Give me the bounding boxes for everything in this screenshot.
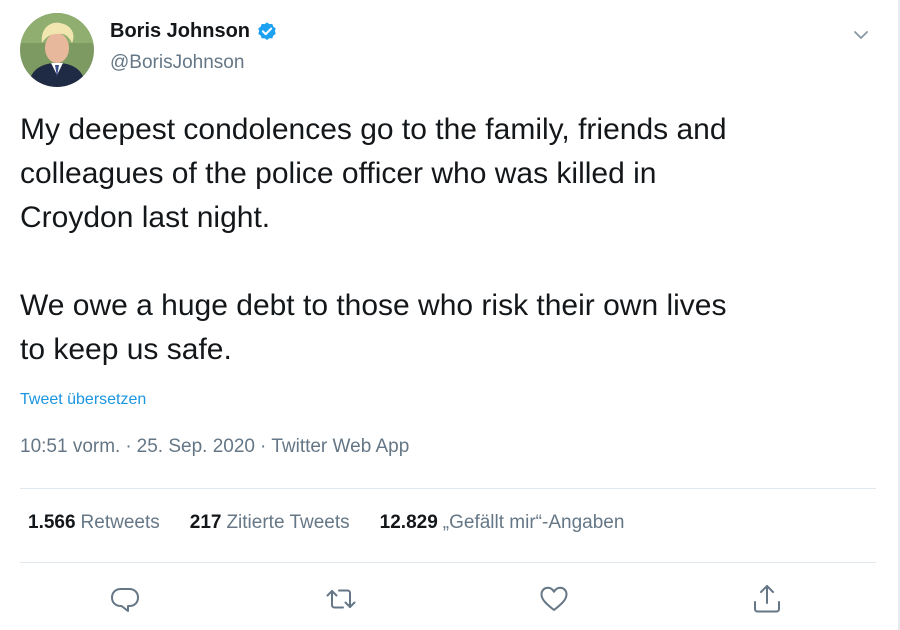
likes-label: „Gefällt mir“-Angaben [442, 512, 625, 533]
retweet-button[interactable] [324, 582, 358, 616]
author-name[interactable]: Boris Johnson [110, 20, 250, 43]
reply-button[interactable] [108, 582, 142, 616]
translate-tweet-link[interactable]: Tweet übersetzen [20, 391, 146, 409]
chevron-down-icon[interactable] [850, 24, 872, 46]
author-name-row: Boris Johnson [110, 20, 278, 43]
engagement-stats: 1.566 Retweets 217 Zitierte Tweets 12.829 „… [28, 512, 654, 534]
tweet-card: Boris Johnson @BorisJohnson My deepest c… [0, 0, 900, 630]
divider [20, 488, 876, 489]
like-button[interactable] [537, 582, 571, 616]
tweet-source[interactable]: Twitter Web App [271, 436, 409, 457]
quote-tweets-count: 217 [189, 512, 222, 533]
quote-tweets-stat[interactable]: 217 Zitierte Tweets [190, 512, 350, 534]
action-bar [0, 580, 900, 620]
likes-stat[interactable]: 12.829 „Gefällt mir“-Angaben [380, 512, 625, 534]
likes-count: 12.829 [379, 512, 438, 533]
share-icon [754, 585, 780, 613]
quote-tweets-label: Zitierte Tweets [226, 512, 350, 533]
avatar[interactable] [20, 13, 94, 87]
tweet-metadata: 10:51 vorm. · 25. Sep. 2020 · Twitter Web Ap… [20, 436, 409, 458]
retweets-label: Retweets [80, 512, 160, 533]
meta-separator: · [125, 436, 132, 457]
tweet-time[interactable]: 10:51 vorm. [20, 436, 120, 457]
meta-separator: · [259, 436, 267, 457]
reply-icon [111, 588, 139, 612]
divider [20, 562, 876, 563]
retweets-stat[interactable]: 1.566 Retweets [28, 512, 160, 534]
retweets-count: 1.566 [28, 512, 76, 533]
like-icon [540, 586, 568, 611]
tweet-text: My deepest condolences go to the family,… [20, 113, 727, 366]
retweet-icon [326, 589, 356, 609]
tweet-date[interactable]: 25. Sep. 2020 [137, 436, 255, 457]
profile-photo-icon [20, 13, 94, 87]
verified-badge-icon [256, 21, 278, 43]
author-handle[interactable]: @BorisJohnson [110, 52, 244, 74]
share-button[interactable] [750, 582, 784, 616]
